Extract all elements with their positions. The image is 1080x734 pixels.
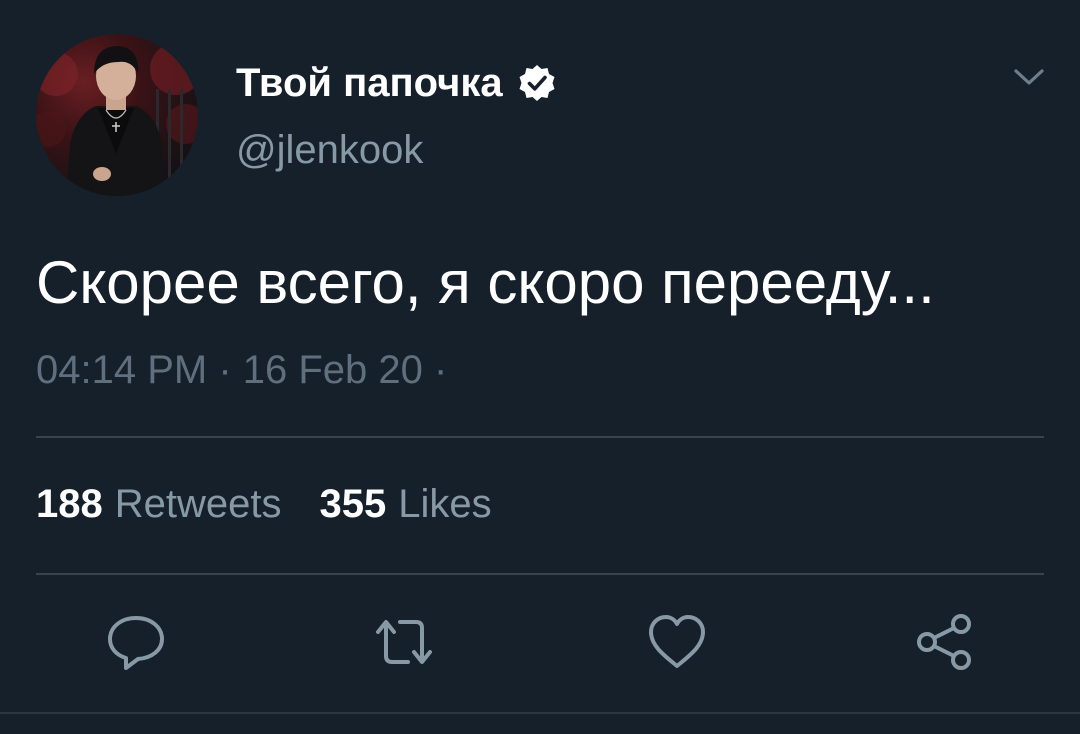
avatar[interactable] [36,34,198,196]
retweets-label: Retweets [114,482,282,526]
tweet-timestamp[interactable]: 04:14 PM · 16 Feb 20 · [36,348,447,393]
likes-stat[interactable]: 355 Likes [320,482,492,527]
likes-label: Likes [398,482,492,526]
retweets-count: 188 [36,482,103,526]
divider [36,573,1044,575]
engagement-stats: 188 Retweets 355 Likes [36,482,492,527]
verified-badge-icon [519,65,555,101]
chevron-down-icon[interactable] [1012,62,1046,92]
likes-count: 355 [319,482,387,526]
share-icon [917,614,971,670]
retweet-icon [376,620,432,664]
tweet-text: Скорее всего, я скоро перееду... [36,249,935,316]
reply-icon [108,616,164,670]
like-button[interactable] [645,610,709,674]
divider [0,712,1080,714]
share-button[interactable] [913,610,977,674]
tweet-detail: Твой папочка @jlenkook Скорее всего, я с… [0,0,1080,734]
author-handle[interactable]: @jlenkook [236,128,423,173]
author-name-row: Твой папочка [236,58,557,108]
reply-button[interactable] [104,610,168,674]
divider [36,436,1044,438]
like-icon [649,615,705,668]
display-name[interactable]: Твой папочка [236,61,503,106]
retweet-button[interactable] [372,610,436,674]
retweets-stat[interactable]: 188 Retweets [36,482,282,527]
